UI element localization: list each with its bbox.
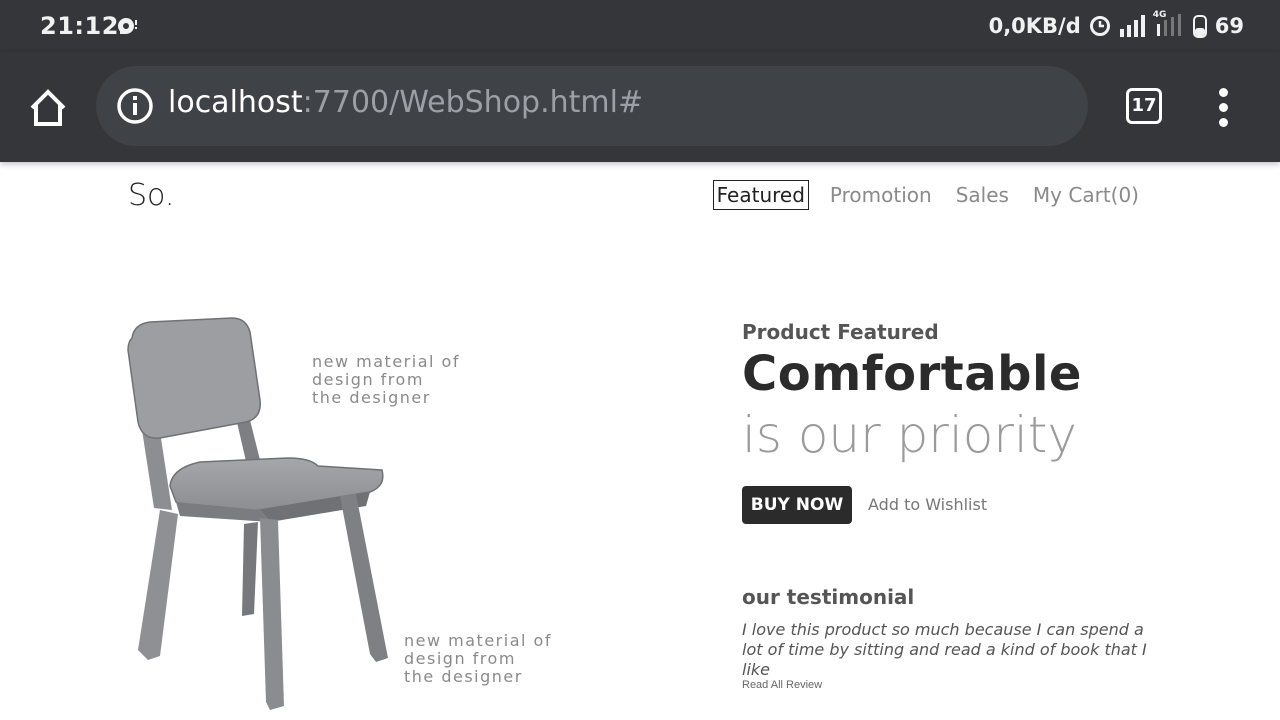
- status-bar: 21:12 0,0KB/d 4G 69: [0, 0, 1280, 52]
- battery-level: 69: [1214, 14, 1244, 38]
- buy-now-button[interactable]: BUY NOW: [742, 486, 852, 524]
- testimonial-text: I love this product so much because I ca…: [742, 620, 1147, 679]
- home-icon[interactable]: [26, 86, 70, 130]
- read-all-review-link[interactable]: Read All Review: [742, 679, 822, 691]
- url-host: localhost: [168, 85, 303, 120]
- browser-toolbar: localhost:7700/WebShop.html# 17: [0, 52, 1280, 162]
- site-nav: Featured Promotion Sales My Cart(0): [712, 180, 1142, 210]
- testimonial-title: our testimonial: [742, 585, 915, 609]
- material-caption-top: new material of design from the designer: [312, 352, 460, 407]
- product-subline: is our priority: [742, 406, 1077, 464]
- site-logo[interactable]: So.: [128, 178, 174, 213]
- media-playing-icon: [118, 18, 137, 34]
- product-featured-label: Product Featured: [742, 320, 939, 344]
- tab-switcher-button[interactable]: 17: [1126, 88, 1162, 124]
- status-right: 0,0KB/d 4G 69: [988, 10, 1244, 40]
- battery-icon: [1192, 15, 1207, 38]
- address-bar[interactable]: localhost:7700/WebShop.html#: [96, 66, 1088, 146]
- url-text[interactable]: localhost:7700/WebShop.html#: [168, 85, 643, 120]
- url-path: :7700/WebShop.html#: [302, 85, 644, 120]
- signal-icon: [1119, 15, 1145, 37]
- data-rate: 0,0KB/d: [988, 14, 1081, 38]
- product-headline: Comfortable: [742, 346, 1082, 402]
- nav-promotion[interactable]: Promotion: [827, 181, 935, 209]
- signal-4g-icon: 4G: [1153, 10, 1185, 38]
- alarm-icon: [1089, 16, 1110, 36]
- status-time: 21:12: [40, 12, 119, 40]
- browser-menu-icon[interactable]: [1212, 88, 1236, 128]
- info-icon[interactable]: [116, 87, 154, 125]
- material-caption-bottom: new material of design from the designer: [404, 631, 552, 686]
- nav-featured[interactable]: Featured: [712, 180, 809, 210]
- nav-sales[interactable]: Sales: [953, 181, 1012, 209]
- nav-my-cart[interactable]: My Cart(0): [1030, 181, 1142, 209]
- add-to-wishlist-link[interactable]: Add to Wishlist: [868, 495, 987, 514]
